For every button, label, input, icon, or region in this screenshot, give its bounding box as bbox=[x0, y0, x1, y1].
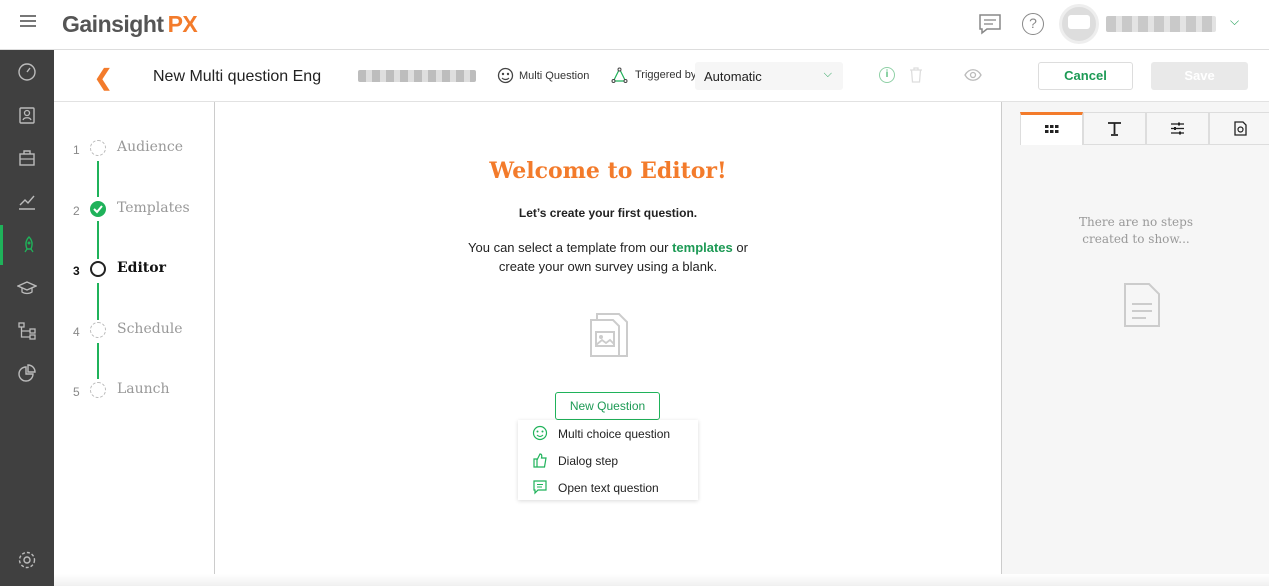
right-tabs bbox=[1020, 112, 1269, 145]
multi-choice-icon bbox=[532, 425, 548, 441]
help-icon[interactable]: ? bbox=[1022, 13, 1044, 35]
chevron-down-icon[interactable]: ⌵ bbox=[1230, 14, 1239, 29]
menu-item-label: Dialog step bbox=[558, 454, 619, 468]
grid-icon bbox=[1045, 124, 1059, 133]
chevron-down-icon: ⌵ bbox=[823, 68, 832, 80]
step-number: 5 bbox=[73, 385, 80, 399]
welcome-heading: Welcome to Editor! bbox=[489, 158, 727, 184]
empty-line: There are no steps bbox=[1079, 215, 1193, 229]
comment-icon bbox=[533, 480, 547, 495]
settings-doc-icon bbox=[1234, 121, 1247, 136]
step-pending-circle bbox=[90, 140, 106, 156]
menu-item-label: Open text question bbox=[558, 481, 659, 495]
document-icon bbox=[1124, 283, 1160, 327]
step-current-circle bbox=[90, 261, 106, 277]
step-connector bbox=[97, 343, 99, 379]
right-panel: There are no steps created to show... bbox=[1001, 102, 1269, 586]
step-label: Launch bbox=[117, 381, 170, 397]
step-label: Templates bbox=[117, 200, 190, 216]
empty-line: created to show... bbox=[1082, 232, 1190, 246]
logo[interactable]: Gainsight PX bbox=[62, 11, 198, 38]
step-schedule[interactable]: 4 Schedule bbox=[54, 319, 214, 343]
tab-sliders[interactable] bbox=[1146, 112, 1209, 145]
left-nav bbox=[0, 50, 54, 586]
desc-text: create your own survey using a blank. bbox=[498, 259, 718, 274]
step-pending-circle bbox=[90, 382, 106, 398]
top-bar: Gainsight PX ? ⌵ bbox=[0, 0, 1269, 50]
type-label: Multi Question bbox=[519, 70, 590, 82]
trash-icon[interactable] bbox=[909, 67, 923, 83]
logo-accent: PX bbox=[167, 11, 198, 37]
step-pending-circle bbox=[90, 322, 106, 338]
editor-header: ❮ New Multi question Eng Multi Question … bbox=[54, 51, 1269, 102]
desc-text: or bbox=[736, 240, 748, 255]
tab-text[interactable] bbox=[1083, 112, 1146, 145]
step-editor[interactable]: 3 Editor bbox=[54, 258, 214, 282]
check-circle-icon bbox=[90, 201, 106, 217]
welcome-subtitle: Let’s create your first question. bbox=[518, 206, 698, 220]
bottom-fade bbox=[54, 574, 1269, 586]
avatar[interactable] bbox=[1059, 4, 1099, 44]
tab-grid[interactable] bbox=[1020, 112, 1083, 145]
empty-steps-message: There are no steps created to show... bbox=[1002, 214, 1269, 248]
menu-item-open-text[interactable]: Open text question bbox=[518, 474, 698, 501]
thumbs-up-icon bbox=[533, 453, 547, 468]
preview-eye-icon[interactable] bbox=[964, 68, 982, 82]
pie-chart-icon[interactable] bbox=[0, 354, 54, 394]
menu-item-dialog-step[interactable]: Dialog step bbox=[518, 447, 698, 474]
people-icon[interactable] bbox=[0, 95, 54, 135]
briefcase-icon[interactable] bbox=[0, 138, 54, 178]
user-name-redacted[interactable] bbox=[1106, 16, 1216, 32]
sliders-icon bbox=[1171, 122, 1184, 135]
editor-canvas: Welcome to Editor! Let’s create your fir… bbox=[215, 102, 1001, 586]
info-icon[interactable]: i bbox=[879, 67, 895, 83]
step-label: Audience bbox=[117, 139, 183, 155]
text-icon bbox=[1108, 122, 1121, 136]
step-number: 2 bbox=[73, 204, 80, 218]
new-question-button[interactable]: New Question bbox=[555, 392, 660, 420]
trigger-icon bbox=[611, 67, 628, 83]
chat-icon[interactable] bbox=[978, 13, 1002, 35]
settings-icon[interactable] bbox=[0, 540, 54, 580]
welcome-description: You can select a template from our templ… bbox=[215, 238, 1001, 276]
rocket-icon[interactable] bbox=[0, 225, 54, 265]
desc-text: You can select a template from our bbox=[468, 240, 669, 255]
menu-icon[interactable] bbox=[20, 15, 36, 29]
save-button[interactable]: Save bbox=[1151, 62, 1248, 90]
step-label: Editor bbox=[117, 260, 166, 276]
logo-main: Gainsight bbox=[62, 11, 164, 37]
redacted-text bbox=[358, 70, 476, 82]
cancel-button[interactable]: Cancel bbox=[1038, 62, 1133, 90]
trigger-value: Automatic bbox=[704, 69, 762, 84]
page-title[interactable]: New Multi question Eng bbox=[153, 68, 321, 86]
step-number: 3 bbox=[73, 264, 80, 278]
dashboard-icon[interactable] bbox=[0, 52, 54, 92]
step-audience[interactable]: 1 Audience bbox=[54, 137, 214, 161]
step-connector bbox=[97, 283, 99, 320]
step-connector bbox=[97, 161, 99, 197]
document-image-icon bbox=[590, 313, 628, 357]
step-connector bbox=[97, 221, 99, 259]
tab-settings-doc[interactable] bbox=[1209, 112, 1269, 145]
graduation-cap-icon[interactable] bbox=[0, 268, 54, 308]
menu-item-label: Multi choice question bbox=[558, 427, 671, 441]
hierarchy-icon[interactable] bbox=[0, 311, 54, 351]
menu-item-multi-choice[interactable]: Multi choice question bbox=[518, 420, 698, 447]
multi-question-icon bbox=[497, 67, 514, 84]
back-arrow-icon[interactable]: ❮ bbox=[94, 65, 112, 91]
question-type-menu: Multi choice question Dialog step Open t… bbox=[518, 420, 698, 500]
step-number: 4 bbox=[73, 325, 80, 339]
step-label: Schedule bbox=[117, 321, 183, 337]
steps-panel: 1 Audience 2 Templates 3 Editor 4 Schedu… bbox=[54, 102, 215, 586]
templates-link[interactable]: templates bbox=[672, 240, 733, 255]
step-launch[interactable]: 5 Launch bbox=[54, 379, 214, 403]
step-templates[interactable]: 2 Templates bbox=[54, 198, 214, 222]
trigger-select[interactable]: Automatic ⌵ bbox=[695, 62, 843, 90]
analytics-icon[interactable] bbox=[0, 181, 54, 221]
triggered-by-label: Triggered by bbox=[635, 69, 697, 81]
step-number: 1 bbox=[73, 143, 80, 157]
